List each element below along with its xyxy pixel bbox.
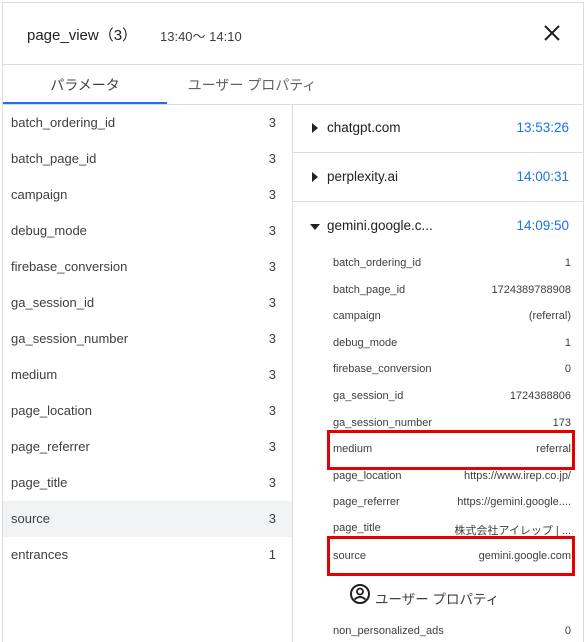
param-name: entrances	[11, 547, 69, 562]
param-row-entrances[interactable]: entrances 1	[3, 537, 292, 573]
param-row-debug-mode[interactable]: debug_mode 3	[3, 213, 292, 249]
tab-user-properties[interactable]: ユーザー プロパティ	[167, 65, 337, 104]
detail-value: https://gemini.google....	[457, 496, 571, 508]
param-name: source	[11, 511, 51, 526]
param-name: debug_mode	[11, 223, 87, 238]
param-count: 3	[268, 259, 276, 274]
user-properties-label: ユーザー プロパティ	[375, 592, 500, 607]
detail-row-page-referrer: page_referrer https://gemini.google....	[333, 492, 571, 514]
detail-key: ga_session_number	[333, 417, 433, 429]
detail-row-campaign: campaign (referral)	[333, 306, 571, 328]
detail-key: debug_mode	[333, 337, 398, 349]
user-prop-key: non_personalized_ads	[333, 625, 444, 637]
detail-key: page_title	[333, 522, 381, 534]
param-row-page-location[interactable]: page_location 3	[3, 393, 292, 429]
detail-key: firebase_conversion	[333, 363, 432, 375]
tab-bar: パラメータ ユーザー プロパティ	[3, 65, 583, 105]
param-row-ga-session-number[interactable]: ga_session_number 3	[3, 321, 292, 357]
event-row-chatgpt[interactable]: chatgpt.com 13:53:26	[293, 105, 583, 153]
caret-down-icon	[310, 224, 320, 230]
param-name: page_location	[11, 403, 92, 418]
detail-row-batch-page-id: batch_page_id 1724389788908	[333, 280, 571, 302]
param-name: ga_session_number	[11, 331, 129, 346]
detail-row-firebase-conversion: firebase_conversion 0	[333, 359, 571, 381]
detail-key: page_referrer	[333, 496, 400, 508]
detail-key: ga_session_id	[333, 390, 404, 402]
detail-value: 173	[552, 417, 571, 429]
detail-value: 0	[564, 363, 571, 375]
detail-row-ga-session-id: ga_session_id 1724388806	[333, 386, 571, 408]
event-row-perplexity[interactable]: perplexity.ai 14:00:31	[293, 154, 583, 202]
caret-right-icon	[312, 123, 318, 133]
panel-header: page_view（3） 13:40〜 14:10	[3, 3, 583, 65]
detail-value: 1	[564, 257, 571, 269]
detail-value: 1724389788908	[491, 284, 571, 296]
time-range: 13:40〜 14:10	[160, 29, 242, 44]
param-name: medium	[11, 367, 58, 382]
param-name: firebase_conversion	[11, 259, 128, 274]
active-tab-indicator	[3, 102, 167, 104]
param-name: ga_session_id	[11, 295, 95, 310]
param-count: 3	[268, 187, 276, 202]
detail-key: batch_ordering_id	[333, 257, 422, 269]
param-row-source[interactable]: source 3	[3, 501, 292, 537]
param-row-campaign[interactable]: campaign 3	[3, 177, 292, 213]
tab-parameters[interactable]: パラメータ	[3, 65, 167, 104]
event-row-gemini[interactable]: gemini.google.c... 14:09:50	[293, 203, 583, 251]
close-icon[interactable]	[541, 22, 563, 44]
highlight-box-medium	[327, 430, 575, 470]
highlight-box-source	[327, 536, 575, 576]
detail-row-debug-mode: debug_mode 1	[333, 333, 571, 355]
event-list: chatgpt.com 13:53:26 perplexity.ai 14:00…	[293, 105, 583, 642]
param-row-batch-ordering-id[interactable]: batch_ordering_id 3	[3, 105, 292, 141]
param-count: 3	[268, 475, 276, 490]
detail-key: campaign	[333, 310, 381, 322]
user-prop-row-non-personalized-ads: non_personalized_ads 0	[333, 621, 571, 642]
param-count: 3	[268, 151, 276, 166]
param-row-batch-page-id[interactable]: batch_page_id 3	[3, 141, 292, 177]
event-timestamp[interactable]: 13:53:26	[516, 120, 569, 135]
param-row-ga-session-id[interactable]: ga_session_id 3	[3, 285, 292, 321]
detail-key: batch_page_id	[333, 284, 406, 296]
param-name: batch_page_id	[11, 151, 97, 166]
caret-right-icon	[312, 172, 318, 182]
param-count: 1	[268, 547, 276, 562]
event-detail-panel: page_view（3） 13:40〜 14:10 パラメータ ユーザー プロパ…	[2, 2, 584, 642]
detail-row-batch-ordering-id: batch_ordering_id 1	[333, 253, 571, 275]
param-count: 3	[268, 223, 276, 238]
param-count: 3	[268, 367, 276, 382]
param-count: 3	[268, 511, 276, 526]
param-count: 3	[268, 295, 276, 310]
event-source-domain: perplexity.ai	[327, 169, 399, 184]
param-row-medium[interactable]: medium 3	[3, 357, 292, 393]
event-source-domain: chatgpt.com	[327, 120, 401, 135]
param-name: campaign	[11, 187, 68, 202]
user-prop-value: 0	[564, 625, 571, 637]
param-name: page_title	[11, 475, 68, 490]
param-row-firebase-conversion[interactable]: firebase_conversion 3	[3, 249, 292, 285]
detail-value: 1724388806	[509, 390, 571, 402]
param-count: 3	[268, 115, 276, 130]
event-title: page_view（3）	[27, 27, 138, 44]
account-circle-icon	[349, 583, 371, 605]
detail-key: page_location	[333, 470, 402, 482]
parameter-list: batch_ordering_id 3 batch_page_id 3 camp…	[3, 105, 293, 642]
param-row-page-title[interactable]: page_title 3	[3, 465, 292, 501]
detail-value: 1	[564, 337, 571, 349]
event-timestamp[interactable]: 14:00:31	[516, 169, 569, 184]
detail-value: (referral)	[528, 310, 571, 322]
param-count: 3	[268, 403, 276, 418]
param-name: page_referrer	[11, 439, 90, 454]
detail-value: https://www.irep.co.jp/	[464, 470, 571, 482]
param-row-page-referrer[interactable]: page_referrer 3	[3, 429, 292, 465]
param-name: batch_ordering_id	[11, 115, 116, 130]
param-count: 3	[268, 439, 276, 454]
event-source-domain: gemini.google.c...	[327, 218, 433, 233]
event-timestamp[interactable]: 14:09:50	[516, 218, 569, 233]
param-count: 3	[268, 331, 276, 346]
